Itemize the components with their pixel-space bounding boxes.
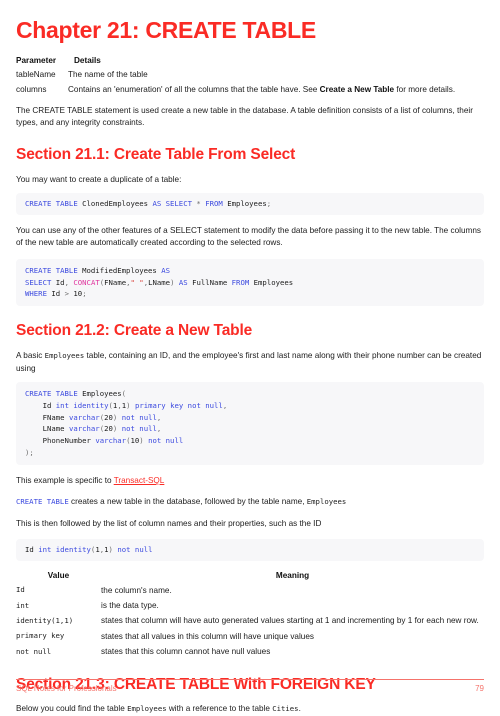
section-21-3-paragraph-1: Below you could find the table Employees… [16,703,484,715]
value-not-null: not null [16,646,52,656]
value-identity: identity(1,1) [16,615,74,625]
transact-sql-link[interactable]: Transact-SQL [114,476,165,485]
table-row: columns Contains an 'enumeration' of all… [16,83,484,97]
table-row: Id the column's name. [16,583,484,598]
value-primary-key: primary key [16,631,65,641]
para-text-mid: creates a new table in the database, fol… [68,497,307,507]
value-meaning-table: Value Meaning Id the column's name. int … [16,571,484,659]
value-table-head: Value Meaning [16,571,484,583]
param-name-tablename: tableName [16,70,56,80]
column-header-value: Value [47,571,70,581]
section-21-2-paragraph-2: This example is specific to Transact-SQL [16,475,484,487]
section-heading-21-1: Section 21.1: Create Table From Select [16,145,296,163]
table-row: tableName The name of the table [16,68,484,82]
section-21-2-paragraph-4: This is then followed by the list of col… [16,518,322,528]
value-id: Id [16,585,25,595]
para-text-pre: Below you could find the table [16,704,128,714]
page-title: Chapter 21: CREATE TABLE [16,17,316,43]
para-text-pre: This example is specific to [16,475,114,485]
param-details-tablename: The name of the table [68,70,148,80]
value-int: int [16,600,30,610]
meaning-id: the column's name. [101,585,172,595]
table-header-row: Value Meaning [16,571,484,583]
parameter-table-head: Parameter Details [16,56,484,68]
table-row: identity(1,1) states that column will ha… [16,614,484,629]
create-a-new-table-reference: Create a New Table [319,84,395,94]
column-header-meaning: Meaning [275,571,310,581]
table-row: primary key states that all values in th… [16,629,484,644]
section-21-2-paragraph-1: A basic Employees table, containing an I… [16,350,484,375]
parameter-table: Parameter Details tableName The name of … [16,56,484,97]
para-text-pre: A basic [16,351,45,361]
section-heading-21-2: Section 21.2: Create a New Table [16,322,253,340]
code-block-create-employees: CREATE TABLE Employees( Id int identity(… [16,382,484,465]
page-footer: SQL Notes for Professionals 79 [16,679,484,693]
document-page: Chapter 21: CREATE TABLE Parameter Detai… [0,0,500,713]
inline-code-create-table: CREATE TABLE [16,497,69,507]
para-text-post: . [298,704,301,714]
para-text-mid: with a reference to the table [166,704,273,714]
inline-code-employees-2: Employees [306,497,347,507]
meaning-int: is the data type. [101,600,159,610]
intro-paragraph: The CREATE TABLE statement is used creat… [16,105,473,128]
section-21-1-paragraph-1: You may want to create a duplicate of a … [16,174,182,184]
table-row: int is the data type. [16,598,484,613]
inline-code-employees: Employees [44,351,85,361]
code-block-clone-table: CREATE TABLE ClonedEmployees AS SELECT *… [16,193,484,215]
param-details-columns: Contains an 'enumeration' of all the col… [68,83,484,97]
column-header-details: Details [74,56,101,66]
meaning-not-null: states that this column cannot have null… [101,646,271,656]
section-21-2-paragraph-3: CREATE TABLE creates a new table in the … [16,496,484,508]
code-block-modified-employees: CREATE TABLE ModifiedEmployees AS SELECT… [16,258,484,307]
table-row: not null states that this column cannot … [16,644,484,659]
inline-code-employees-3: Employees [127,704,167,714]
value-table-body: Id the column's name. int is the data ty… [16,583,484,659]
inline-code-cities: Cities [272,704,299,714]
meaning-primary-key: states that all values in this column wi… [101,631,314,641]
table-header-row: Parameter Details [16,56,484,68]
column-header-parameter: Parameter [16,56,57,66]
meaning-identity: states that column will have auto genera… [101,616,479,626]
parameter-table-body: tableName The name of the table columns … [16,68,484,97]
section-21-1-paragraph-2: You can use any of the other features of… [16,225,481,248]
details-text-post: for more details. [394,84,456,94]
footer-book-title: SQL Notes for Professionals [16,684,117,693]
para-text-post: table, containing an ID, and the employe… [16,351,482,373]
footer-page-number: 79 [475,684,484,693]
details-text-pre: Contains an 'enumeration' of all the col… [68,84,320,94]
param-name-columns: columns [16,84,47,94]
code-block-id-column: Id int identity(1,1) not null [16,539,484,562]
